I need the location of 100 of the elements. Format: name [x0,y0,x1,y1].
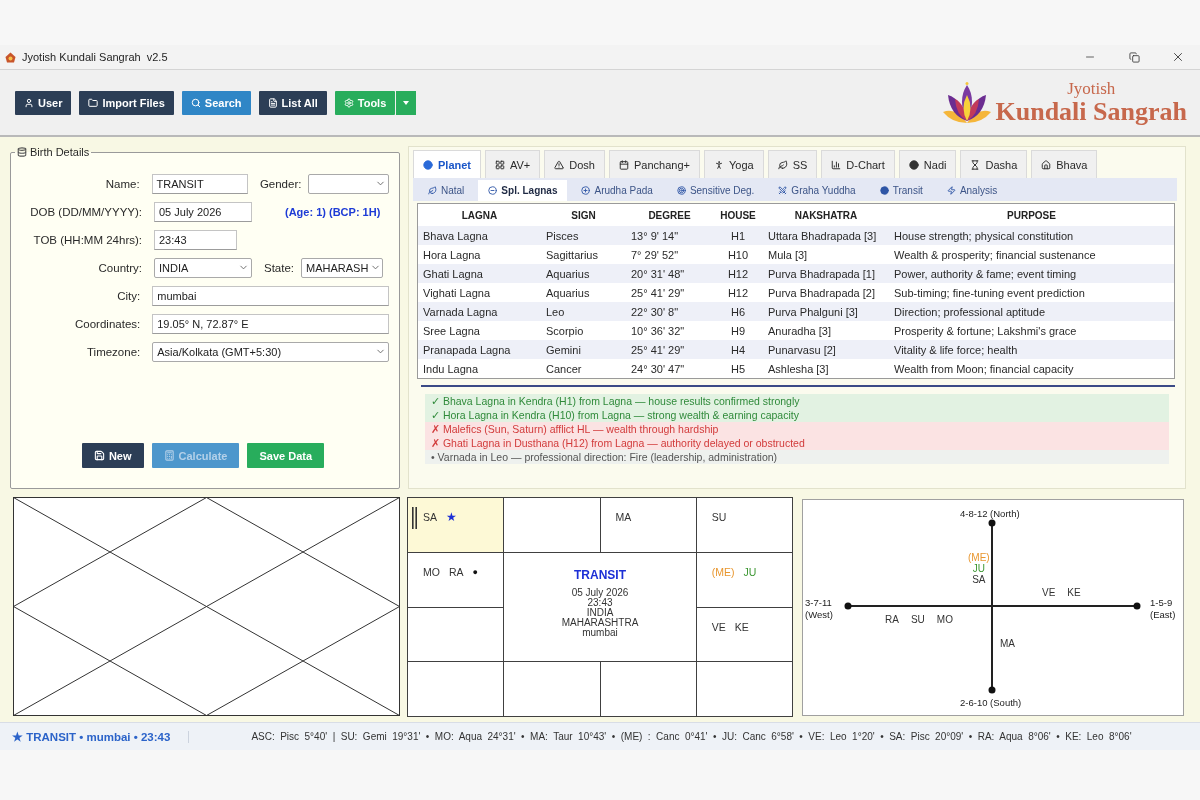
form-button[interactable]: New [81,443,144,468]
text-field[interactable]: 23:43 [154,229,237,250]
leaf-icon [777,159,788,170]
tab[interactable]: Bhava [1031,150,1098,178]
field-label: State: [264,261,295,274]
table-cell: Ghati Lagna [418,264,541,283]
app-icon [5,51,16,63]
toolbar-button[interactable]: Search [181,90,251,115]
table-cell: Sub-timing; fine-tuning event prediction [889,283,1174,302]
tab[interactable]: SS [767,150,818,178]
planet-label: JU [972,563,985,574]
table-cell: Uttara Bhadrapada [3] [763,226,889,245]
toolbar-button[interactable]: Import Files [79,90,174,115]
chart-detail: mumbai [582,628,618,638]
table-cell: 25° 41' 29" [626,340,713,359]
text-field[interactable]: 05 July 2026 [154,201,252,222]
tab[interactable]: AV+ [485,150,541,178]
planet-label: MA [1000,638,1015,649]
text-field[interactable]: TRANSIT [151,173,248,194]
analysis-note: ✓ Bhava Lagna in Kendra (H1) from Lagna — house results confirmed strongly [425,394,1169,408]
table-cell: Purva Phalguni [3] [763,302,889,321]
circle-plus-icon [581,186,591,195]
sub-tab[interactable]: Arudha Pada [571,180,663,201]
axis-label: 1-5-9 [1150,597,1173,608]
tab[interactable]: D-Chart [821,150,895,178]
chart-detail: MAHARASHTRA [561,618,639,628]
field-label: Gender: [259,177,302,190]
table-cell: H5 [713,359,763,378]
field-label: Name: [104,177,140,190]
table-cell: 7° 29' 52" [626,245,713,264]
toolbar-button[interactable]: List All [258,90,327,115]
planet-label: SA [972,574,986,585]
analysis-note: • Varnada in Leo — professional direction: Fire (leadership, administration) [425,450,1169,464]
group-title: Birth Details [30,146,90,158]
hourglass-icon [970,159,981,170]
tab[interactable]: Yoga [703,150,764,178]
tab[interactable]: Panchang+ [609,150,700,178]
warning-icon [554,159,565,170]
axis-label: 4-8-12 (North) [960,508,1020,519]
search-icon [190,97,201,108]
column-header: NAKSHATRA [763,204,889,226]
table-cell: Pisces [541,226,626,245]
sub-tab[interactable]: Graha Yuddha [768,180,866,201]
bolt-icon [946,186,956,195]
table-cell: Purva Bhadrapada [2] [763,283,889,302]
sub-tab[interactable]: Spl. Lagnas [478,180,568,201]
table-cell: Indu Lagna [418,359,541,378]
text-field[interactable]: 19.05° N, 72.87° E [152,313,389,334]
planet-label: VE [1042,587,1056,598]
tab[interactable]: Nadi [898,150,957,178]
dropdown-field[interactable] [308,173,389,194]
text-field[interactable]: mumbai [152,285,389,306]
table-cell: Direction; professional aptitude [889,302,1174,321]
table-cell: H10 [713,245,763,264]
dropdown-field[interactable]: INDIA [154,257,252,278]
calculator-icon [163,450,175,461]
field-label: City: [116,289,141,302]
tab[interactable]: Dosh [544,150,605,178]
swords-icon [778,186,788,195]
planet-positions: ASC: Pisc 5°40' | SU: Gemi 19°31' • MO: Aqua 24°31' • MA: Taur 10°43' • (ME) : Canc 0°41' • JU: Canc 6°58' • VE: Leo 1°20' • SA: Pisc 20°09' • RA: Aqua 8°06' • KE: Leo 8°06' [251,731,1132,742]
table-cell: Aquarius [541,264,626,283]
table-cell: 20° 31' 48" [626,264,713,283]
table-cell: H12 [713,264,763,283]
column-header: LAGNA [418,204,541,226]
status-summary: ★ TRANSIT • mumbai • 23:43 [12,729,171,744]
dropdown-field[interactable]: Asia/Kolkata (GMT+5:30) [152,341,389,362]
user-icon [24,97,34,108]
tab[interactable]: Dasha [960,150,1028,178]
toolbar-button[interactable]: User [15,90,72,115]
table-cell: Sree Lagna [418,321,541,340]
table-cell: Sagittarius [541,245,626,264]
analysis-note: ✓ Hora Lagna in Kendra (H10) from Lagna — strong wealth & earning capacity [425,408,1169,422]
field-label: DOB (DD/MM/YYYY): [29,205,142,218]
table-cell: Wealth & prosperity; financial sustenance [889,245,1174,264]
tab[interactable]: Planet [413,150,481,178]
table-cell: Vitality & life force; health [889,340,1174,359]
chart-detail: 05 July 2026 [571,588,629,598]
sub-tab[interactable]: Natal [418,180,475,201]
table-cell: Power, authority & fame; event timing [889,264,1174,283]
chart-detail: 23:43 [587,598,613,608]
sub-tab[interactable]: Transit [869,180,933,201]
table-cell: Cancer [541,359,626,378]
caret-down-icon [403,100,410,105]
planet-label: VE [711,620,726,633]
sub-tab[interactable]: Analysis [936,180,1008,201]
planet-label: MO [423,565,440,578]
bar-chart-icon [831,159,842,170]
planet-label: MO [936,614,953,625]
dropdown-field[interactable]: MAHARASH [301,257,384,278]
dot-icon [879,186,889,195]
sub-tab[interactable]: Sensitive Deg. [666,180,765,201]
column-header: PURPOSE [889,204,1174,226]
table-cell: Aquarius [541,283,626,302]
dropdown-button[interactable] [396,90,417,115]
table-cell: 13° 9' 14" [626,226,713,245]
house-icon [1041,159,1052,170]
person-icon [713,159,724,170]
field-label: Coordinates: [74,317,141,330]
analysis-note: ✗ Ghati Lagna in Dusthana (H12) from Lagna — authority delayed or obstructed [425,436,1169,450]
planet-label: SA [423,511,437,523]
